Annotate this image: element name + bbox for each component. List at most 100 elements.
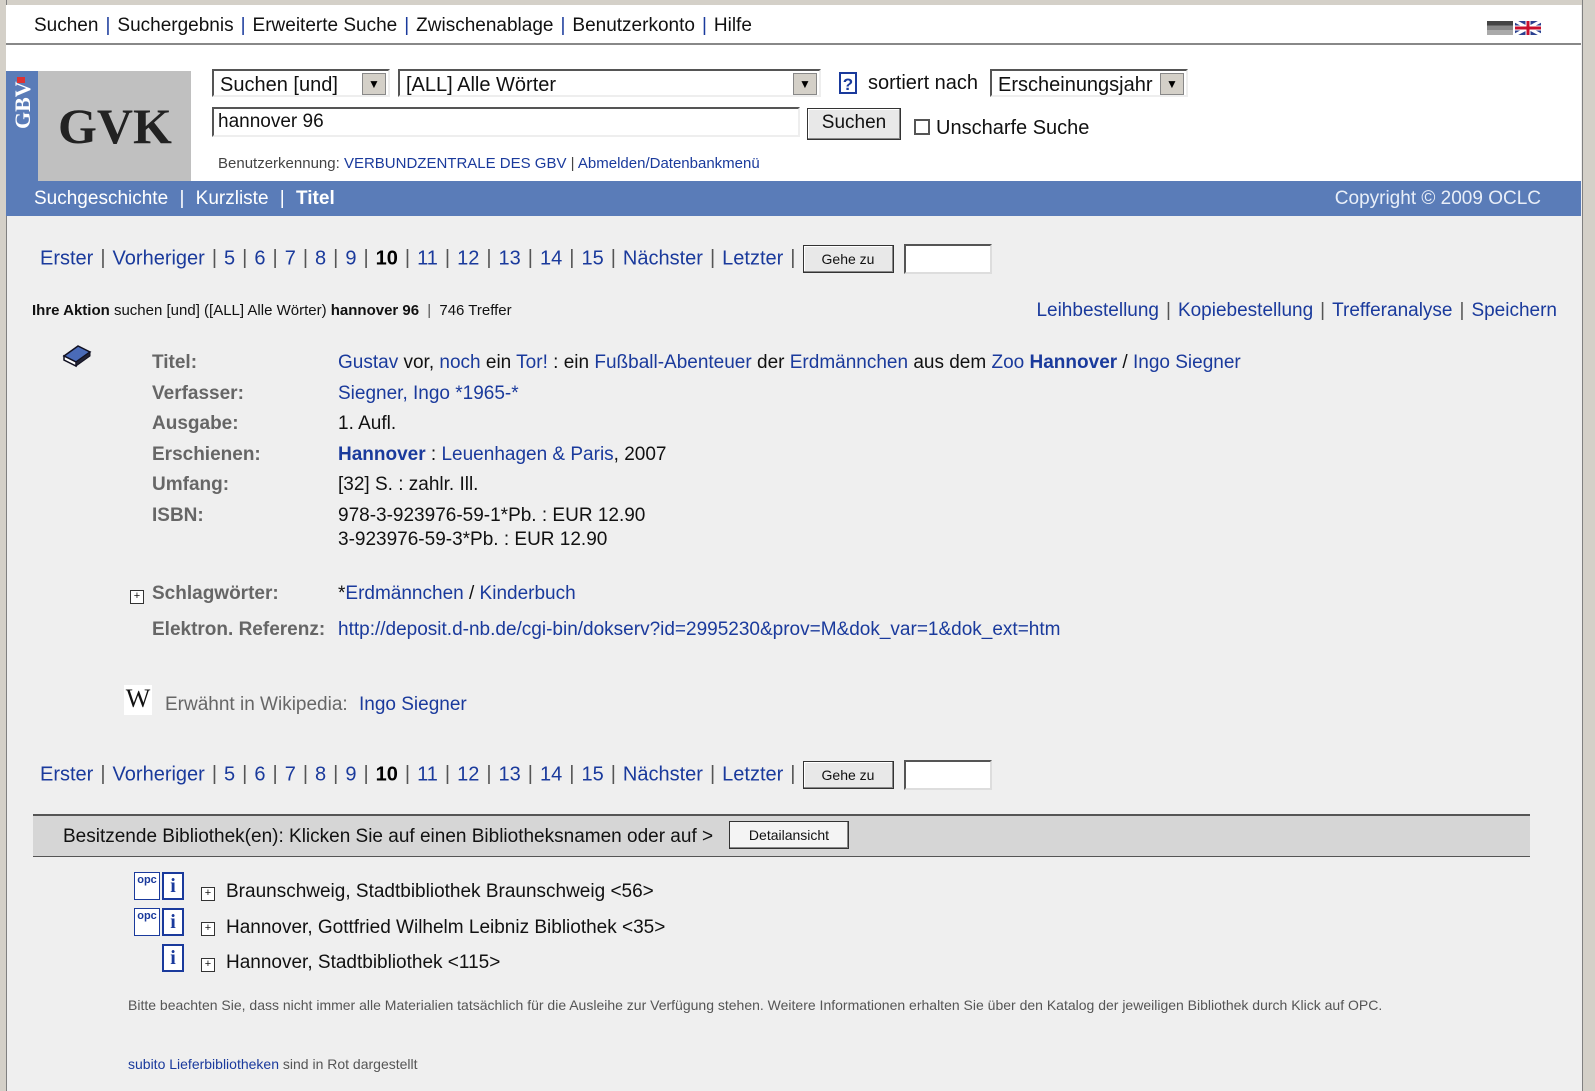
logout-link[interactable]: Abmelden/Datenbankmenü <box>578 155 760 172</box>
pager-page[interactable]: 14 <box>540 763 562 785</box>
gvk-logo[interactable]: GVK <box>38 71 191 182</box>
plus-box-icon[interactable]: + <box>201 887 215 901</box>
pager-next[interactable]: Nächster <box>623 247 703 269</box>
title-word-link[interactable]: noch <box>439 352 480 373</box>
fuzzy-search-checkbox[interactable] <box>914 119 930 135</box>
pager-page[interactable]: 15 <box>581 763 603 785</box>
pager-page[interactable]: 9 <box>345 247 356 269</box>
subito-text: sind in Rot dargestellt <box>279 1056 418 1072</box>
title-word-link[interactable]: Erdmännchen <box>790 352 908 373</box>
info-icon[interactable]: i <box>162 872 184 900</box>
pager-page[interactable]: 8 <box>315 763 326 785</box>
published-value: Hannover : Leuenhagen & Paris, 2007 <box>338 444 667 466</box>
pager-prev[interactable]: Vorheriger <box>113 247 205 269</box>
pager-page[interactable]: 14 <box>540 247 562 269</box>
pager-prev[interactable]: Vorheriger <box>113 763 205 785</box>
title-word-link[interactable]: Gustav <box>338 352 398 373</box>
extent-label: Umfang: <box>152 474 230 495</box>
pager-page[interactable]: 8 <box>315 247 326 269</box>
pager-next[interactable]: Nächster <box>623 763 703 785</box>
help-icon[interactable]: ? <box>839 72 857 94</box>
search-button[interactable]: Suchen <box>807 108 901 140</box>
search-input[interactable]: hannover 96 <box>212 107 800 137</box>
pager-last[interactable]: Letzter <box>722 247 783 269</box>
german-flag-icon[interactable] <box>1487 21 1513 35</box>
pager-page[interactable]: 12 <box>457 763 479 785</box>
menu-suchen[interactable]: Suchen <box>34 15 98 36</box>
plus-box-icon[interactable]: + <box>201 922 215 936</box>
menu-erweiterte-suche[interactable]: Erweiterte Suche <box>253 15 398 36</box>
pager-bottom: Erster | Vorheriger | 5 | 6 | 7 | 8 | 9 | 10 | 11 | 12 | 13 |… <box>40 760 992 790</box>
hit-analysis-link[interactable]: Trefferanalyse <box>1332 300 1452 321</box>
pager-page[interactable]: 9 <box>345 763 356 785</box>
pager-first[interactable]: Erster <box>40 247 93 269</box>
pager-page[interactable]: 7 <box>285 247 296 269</box>
menu-hilfe[interactable]: Hilfe <box>714 15 752 36</box>
library-link[interactable]: Hannover, Gottfried Wilhelm Leibniz Bibl… <box>226 917 665 939</box>
save-link[interactable]: Speichern <box>1471 300 1557 321</box>
pager-last[interactable]: Letzter <box>722 763 783 785</box>
chevron-down-icon[interactable]: ▼ <box>362 73 386 95</box>
library-link[interactable]: Hannover, Stadtbibliothek <115> <box>226 952 500 974</box>
holdings-bar: Besitzende Bibliothek(en): Klicken Sie a… <box>33 814 1530 857</box>
info-icon[interactable]: i <box>162 944 184 972</box>
pager-page[interactable]: 15 <box>581 247 603 269</box>
pager-page[interactable]: 6 <box>254 247 265 269</box>
search-mode-select[interactable]: Suchen [und] ▼ <box>212 69 390 97</box>
goto-input[interactable] <box>903 244 992 274</box>
copy-order-link[interactable]: Kopiebestellung <box>1178 300 1313 321</box>
pager-page[interactable]: 11 <box>417 247 438 269</box>
opc-icon[interactable]: opc <box>134 908 160 936</box>
menu-suchergebnis[interactable]: Suchergebnis <box>117 15 233 36</box>
tab-titel[interactable]: Titel <box>296 188 335 209</box>
menu-benutzerkonto[interactable]: Benutzerkonto <box>572 15 695 36</box>
pager-page[interactable]: 5 <box>224 763 235 785</box>
pager-page[interactable]: 6 <box>254 763 265 785</box>
wikipedia-link[interactable]: Ingo Siegner <box>359 694 467 715</box>
chevron-down-icon[interactable]: ▼ <box>1160 73 1184 95</box>
subject-link[interactable]: Kinderbuch <box>480 583 576 604</box>
title-word-link[interactable]: Tor! <box>516 352 548 373</box>
chevron-down-icon[interactable]: ▼ <box>793 73 817 95</box>
pager-first[interactable]: Erster <box>40 763 93 785</box>
loan-order-link[interactable]: Leihbestellung <box>1036 300 1159 321</box>
title-word-link[interactable]: Hannover <box>1030 352 1118 373</box>
title-word-link[interactable]: Zoo <box>991 352 1024 373</box>
pager-page[interactable]: 11 <box>417 763 438 785</box>
uk-flag-icon[interactable] <box>1515 21 1541 35</box>
info-icon[interactable]: i <box>162 908 184 936</box>
subito-link[interactable]: subito Lieferbibliotheken <box>128 1056 279 1072</box>
goto-button[interactable]: Gehe zu <box>802 761 894 789</box>
library-link[interactable]: Braunschweig, Stadtbibliothek Braunschwe… <box>226 881 654 903</box>
pager-page[interactable]: 12 <box>457 247 479 269</box>
subject-link[interactable]: Erdmännchen <box>345 583 463 604</box>
pager-current: 10 <box>375 247 398 270</box>
pager-page[interactable]: 7 <box>285 763 296 785</box>
sort-select[interactable]: Erscheinungsjahr ▼ <box>990 69 1188 97</box>
opc-icon[interactable]: opc <box>134 872 160 900</box>
detail-view-button[interactable]: Detailansicht <box>729 821 849 849</box>
search-index-select[interactable]: [ALL] Alle Wörter ▼ <box>398 69 821 97</box>
title-author-link[interactable]: Ingo Siegner <box>1133 352 1241 373</box>
tab-suchgeschichte[interactable]: Suchgeschichte <box>34 188 168 209</box>
subjects-value: *Erdmännchen / Kinderbuch <box>338 583 576 605</box>
published-place-link[interactable]: Hannover <box>338 444 426 465</box>
window-scrollbar[interactable] <box>1582 0 1595 1091</box>
pager-page[interactable]: 5 <box>224 247 235 269</box>
title-word-link[interactable]: Fußball-Abenteuer <box>594 352 751 373</box>
eref-link[interactable]: http://deposit.d-nb.de/cgi-bin/dokserv?i… <box>338 619 1060 641</box>
plus-box-icon[interactable]: + <box>201 958 215 972</box>
user-name-link[interactable]: VERBUNDZENTRALE DES GBV <box>344 155 567 172</box>
tab-kurzliste[interactable]: Kurzliste <box>196 188 269 209</box>
pager-page[interactable]: 13 <box>499 763 521 785</box>
menu-zwischenablage[interactable]: Zwischenablage <box>416 15 553 36</box>
publisher-link[interactable]: Leuenhagen & Paris <box>441 444 613 465</box>
pager-page[interactable]: 13 <box>499 247 521 269</box>
author-link[interactable]: Siegner, Ingo *1965-* <box>338 383 519 405</box>
goto-button[interactable]: Gehe zu <box>802 245 894 273</box>
title-text: ein <box>480 352 517 373</box>
plus-box-icon[interactable]: + <box>130 590 144 604</box>
subito-note: subito Lieferbibliotheken sind in Rot da… <box>128 1050 1528 1078</box>
user-label: Benutzerkennung: <box>218 155 340 172</box>
goto-input[interactable] <box>903 760 992 790</box>
